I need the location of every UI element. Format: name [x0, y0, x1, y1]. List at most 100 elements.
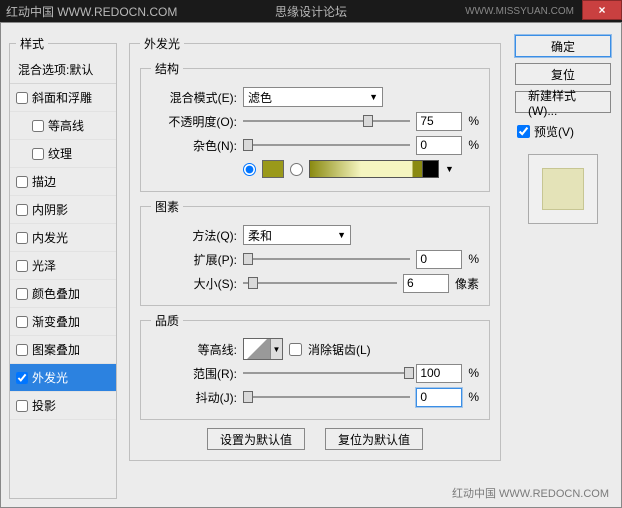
style-checkbox[interactable]: [16, 288, 28, 300]
style-item-7[interactable]: 颜色叠加: [10, 280, 116, 308]
style-label: 内发光: [32, 229, 68, 246]
style-label: 光泽: [32, 257, 56, 274]
spread-slider[interactable]: [243, 251, 410, 267]
range-input[interactable]: 100: [416, 364, 462, 383]
blend-mode-value: 滤色: [248, 89, 272, 106]
reset-default-button[interactable]: 复位为默认值: [325, 428, 423, 450]
spread-label: 扩展(P):: [151, 251, 237, 268]
jitter-input[interactable]: 0: [416, 388, 462, 407]
blend-mode-select[interactable]: 滤色 ▼: [243, 87, 383, 107]
color-swatch[interactable]: [262, 160, 284, 178]
style-label: 纹理: [48, 145, 72, 162]
style-label: 渐变叠加: [32, 313, 80, 330]
style-label: 图案叠加: [32, 341, 80, 358]
style-checkbox[interactable]: [16, 260, 28, 272]
new-style-button[interactable]: 新建样式(W)...: [515, 91, 611, 113]
style-label: 投影: [32, 397, 56, 414]
color-radio[interactable]: [243, 163, 256, 176]
chevron-down-icon: ▼: [337, 230, 346, 240]
chevron-down-icon: ▼: [369, 92, 378, 102]
range-unit: %: [468, 366, 479, 380]
gradient-radio[interactable]: [290, 163, 303, 176]
main-panel: 外发光 结构 混合模式(E): 滤色 ▼ 不透明度(O): 75 %: [121, 35, 509, 499]
preview-swatch: [542, 168, 584, 210]
style-item-11[interactable]: 投影: [10, 392, 116, 420]
contour-label: 等高线:: [151, 341, 237, 358]
style-checkbox[interactable]: [16, 372, 28, 384]
style-item-9[interactable]: 图案叠加: [10, 336, 116, 364]
noise-label: 杂色(N):: [151, 137, 237, 154]
style-label: 内阴影: [32, 201, 68, 218]
style-checkbox[interactable]: [32, 120, 44, 132]
range-label: 范围(R):: [151, 365, 237, 382]
ok-button[interactable]: 确定: [515, 35, 611, 57]
size-label: 大小(S):: [151, 275, 237, 292]
opacity-slider[interactable]: [243, 113, 410, 129]
style-item-1[interactable]: 等高线: [10, 112, 116, 140]
cancel-button[interactable]: 复位: [515, 63, 611, 85]
style-label: 外发光: [32, 369, 68, 386]
style-item-0[interactable]: 斜面和浮雕: [10, 84, 116, 112]
style-checkbox[interactable]: [16, 400, 28, 412]
style-checkbox[interactable]: [32, 148, 44, 160]
blend-mode-label: 混合模式(E):: [151, 89, 237, 106]
opacity-label: 不透明度(O):: [151, 113, 237, 130]
style-item-5[interactable]: 内发光: [10, 224, 116, 252]
noise-input[interactable]: 0: [416, 136, 462, 155]
size-unit: 像素: [455, 275, 479, 292]
style-checkbox[interactable]: [16, 204, 28, 216]
default-buttons-row: 设置为默认值 复位为默认值: [140, 428, 490, 450]
opacity-unit: %: [468, 114, 479, 128]
preview-box: [528, 154, 598, 224]
close-icon: ×: [598, 3, 605, 17]
size-input[interactable]: 6: [403, 274, 449, 293]
jitter-slider[interactable]: [243, 389, 410, 405]
styles-panel: 样式 混合选项:默认 斜面和浮雕等高线纹理描边内阴影内发光光泽颜色叠加渐变叠加图…: [9, 35, 117, 499]
titlebar-right-text: WWW.MISSYUAN.COM: [465, 6, 574, 17]
method-select[interactable]: 柔和 ▼: [243, 225, 351, 245]
style-item-8[interactable]: 渐变叠加: [10, 308, 116, 336]
method-value: 柔和: [248, 227, 272, 244]
range-slider[interactable]: [243, 365, 410, 381]
spread-input[interactable]: 0: [416, 250, 462, 269]
antialias-checkbox[interactable]: [289, 343, 302, 356]
outer-glow-group: 外发光 结构 混合模式(E): 滤色 ▼ 不透明度(O): 75 %: [129, 35, 501, 461]
opacity-input[interactable]: 75: [416, 112, 462, 131]
style-item-10[interactable]: 外发光: [10, 364, 116, 392]
size-slider[interactable]: [243, 275, 397, 291]
elements-legend: 图素: [151, 198, 183, 215]
structure-legend: 结构: [151, 60, 183, 77]
preview-label: 预览(V): [534, 123, 574, 140]
style-checkbox[interactable]: [16, 232, 28, 244]
style-label: 颜色叠加: [32, 285, 80, 302]
right-column: 确定 复位 新建样式(W)... 预览(V): [515, 35, 611, 499]
chevron-down-icon[interactable]: ▼: [445, 164, 454, 174]
style-checkbox[interactable]: [16, 176, 28, 188]
styles-legend: 样式: [16, 35, 48, 52]
noise-slider[interactable]: [243, 137, 410, 153]
layer-style-dialog: 样式 混合选项:默认 斜面和浮雕等高线纹理描边内阴影内发光光泽颜色叠加渐变叠加图…: [0, 22, 622, 508]
gradient-bar[interactable]: [309, 160, 439, 178]
style-checkbox[interactable]: [16, 92, 28, 104]
structure-group: 结构 混合模式(E): 滤色 ▼ 不透明度(O): 75 % 杂色(N):: [140, 60, 490, 192]
style-item-2[interactable]: 纹理: [10, 140, 116, 168]
outer-glow-title: 外发光: [140, 35, 184, 52]
jitter-unit: %: [468, 390, 479, 404]
style-checkbox[interactable]: [16, 344, 28, 356]
preview-checkbox[interactable]: [517, 125, 530, 138]
style-item-3[interactable]: 描边: [10, 168, 116, 196]
style-label: 斜面和浮雕: [32, 89, 92, 106]
contour-picker[interactable]: ▼: [243, 338, 283, 360]
antialias-label: 消除锯齿(L): [308, 341, 371, 358]
close-button[interactable]: ×: [582, 0, 622, 20]
preview-toggle[interactable]: 预览(V): [515, 121, 611, 142]
style-checkbox[interactable]: [16, 316, 28, 328]
titlebar-left-text: 红动中国 WWW.REDOCN.COM: [6, 3, 177, 20]
style-item-6[interactable]: 光泽: [10, 252, 116, 280]
style-item-4[interactable]: 内阴影: [10, 196, 116, 224]
set-default-button[interactable]: 设置为默认值: [207, 428, 305, 450]
title-bar: 红动中国 WWW.REDOCN.COM 思缘设计论坛 WWW.MISSYUAN.…: [0, 0, 622, 22]
chevron-down-icon: ▼: [270, 339, 282, 359]
blending-options-header[interactable]: 混合选项:默认: [10, 56, 116, 84]
style-label: 描边: [32, 173, 56, 190]
